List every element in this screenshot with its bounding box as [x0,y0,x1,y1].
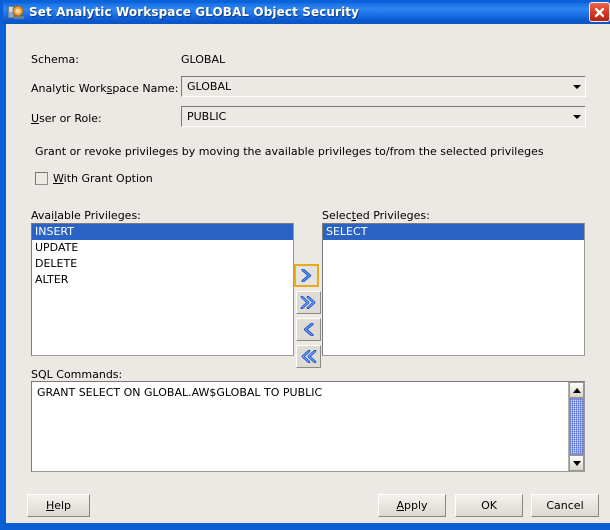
help-button[interactable]: Help [27,494,90,517]
list-item[interactable]: ALTER [32,272,293,288]
ok-button[interactable]: OK [455,494,523,517]
cancel-button[interactable]: Cancel [531,494,599,517]
label-part: pace Name: [112,82,179,95]
cancel-button-label: Cancel [546,499,584,512]
mnemonic: H [45,499,55,512]
dialog-body: Schema: GLOBAL Analytic Workspace Name: … [6,24,610,523]
label-part: Analytic Work [31,82,107,95]
sql-scrollbar[interactable] [568,382,584,471]
selected-privileges-label: Selected Privileges: [322,209,430,222]
help-button-label: Help [46,499,71,512]
schema-label: Schema: [31,53,79,66]
scrollbar-thumb[interactable] [569,398,584,455]
title-bar[interactable]: Set Analytic Workspace GLOBAL Object Sec… [3,0,610,24]
selected-privileges-list[interactable]: SELECT [322,223,585,356]
with-grant-option-label: With Grant Option [53,172,153,185]
available-privileges-list[interactable]: INSERT UPDATE DELETE ALTER [31,223,294,356]
close-icon[interactable] [589,2,610,22]
label-part: elp [54,499,72,512]
apply-button-label: Apply [396,499,427,512]
sql-commands-textarea[interactable]: GRANT SELECT ON GLOBAL.AW$GLOBAL TO PUBL… [31,381,585,472]
label-part: ith Grant Option [63,172,153,185]
user-or-role-value: PUBLIC [187,110,227,123]
chevron-down-icon[interactable] [568,107,585,126]
move-all-left-button[interactable] [296,345,321,368]
triangle-down-icon[interactable] [569,455,584,471]
analytic-workspace-name-label: Analytic Workspace Name: [31,82,179,95]
window-title: Set Analytic Workspace GLOBAL Object Sec… [29,5,360,19]
label-part: ser or Role: [39,112,102,125]
mnemonic: A [396,499,404,512]
list-item[interactable]: SELECT [323,224,584,240]
analytic-workspace-name-value: GLOBAL [187,80,232,93]
mnemonic: U [31,112,40,125]
list-item[interactable]: INSERT [32,224,293,240]
sql-commands-label: SQL Commands: [31,368,123,381]
instructions-text: Grant or revoke privileges by moving the… [35,145,544,158]
apply-button[interactable]: Apply [378,494,446,517]
label-part: ed Privileges: [355,209,430,222]
schema-value: GLOBAL [181,53,226,66]
label-part: Selec [322,209,352,222]
triangle-up-icon[interactable] [569,382,584,398]
label-part: able Privileges: [57,209,141,222]
available-privileges-label: Available Privileges: [31,209,141,222]
chevron-right-icon [299,269,314,282]
user-or-role-select[interactable]: PUBLIC [181,106,586,127]
label-part: Avai [31,209,55,222]
checkbox-box[interactable] [35,172,48,185]
double-chevron-right-icon [300,296,317,309]
double-chevron-left-icon [300,350,317,363]
sql-commands-text: GRANT SELECT ON GLOBAL.AW$GLOBAL TO PUBL… [37,386,323,399]
list-item[interactable]: DELETE [32,256,293,272]
workspace-security-icon [7,3,25,21]
move-left-button[interactable] [296,318,321,341]
analytic-workspace-name-select[interactable]: GLOBAL [181,76,586,97]
ok-button-label: OK [481,499,497,512]
list-item[interactable]: UPDATE [32,240,293,256]
dialog-window: Set Analytic Workspace GLOBAL Object Sec… [0,0,610,530]
user-or-role-label: User or Role: [31,112,102,125]
chevron-down-icon[interactable] [568,77,585,96]
label-part: pply [404,499,428,512]
move-right-button[interactable] [294,264,319,287]
move-all-right-button[interactable] [296,291,321,314]
chevron-left-icon [301,323,316,336]
with-grant-option-checkbox[interactable]: With Grant Option [35,172,153,185]
mnemonic: W [53,172,64,185]
